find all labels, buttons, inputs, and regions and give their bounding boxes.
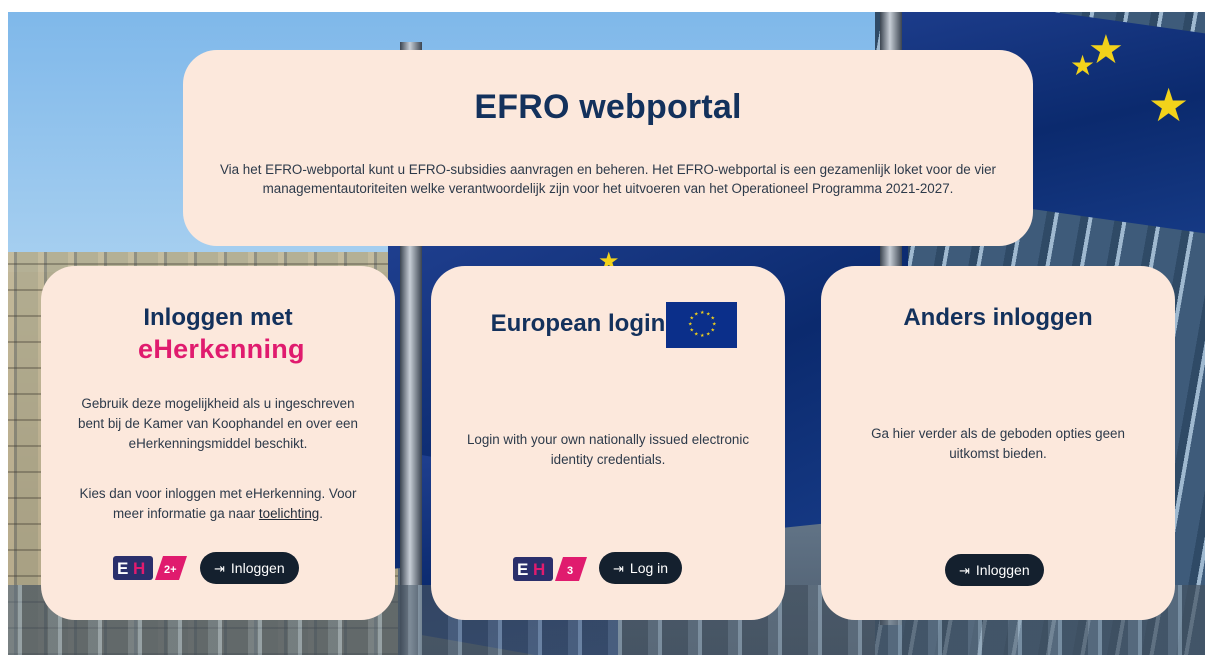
login-arrow-icon: ⇥ (214, 561, 225, 576)
european-login-card: European login ★ ★ ★ ★ ★ ★ ★ ★ ★ ★ ★ ★ Login wit… (431, 266, 785, 620)
eherkenning-badge-icon: E H 2+ (113, 556, 187, 580)
svg-text:H: H (133, 559, 145, 578)
svg-text:★: ★ (711, 328, 716, 334)
eherkenning-logo-text: eHerkenning (138, 334, 305, 364)
eherkenning-logo: eHerkenning (138, 334, 305, 365)
eu-flag-icon: ★ ★ ★ ★ ★ ★ ★ ★ ★ ★ ★ ★ (666, 302, 737, 348)
svg-text:★: ★ (700, 333, 705, 339)
eherkenning-badge-icon: E H 3 (513, 557, 587, 581)
login-arrow-icon: ⇥ (959, 563, 970, 578)
other-login-title: Anders inloggen (903, 304, 1093, 331)
intro-text: Via het EFRO-webportal kunt u EFRO-subsi… (219, 162, 997, 196)
other-login-label: Inloggen (975, 562, 1030, 578)
svg-text:★: ★ (690, 328, 695, 334)
other-login-card: Anders inloggen Ga hier verder als de ge… (821, 266, 1175, 620)
european-login-label: Log in (629, 560, 669, 576)
svg-text:★: ★ (700, 310, 705, 316)
svg-text:★: ★ (694, 332, 699, 338)
svg-text:H: H (533, 560, 545, 579)
eherkenning-card-title: Inloggen met (143, 304, 293, 331)
intro-card: EFRO webportal Via het EFRO-webportal ku… (183, 50, 1033, 246)
eherkenning-info-suffix: . (319, 506, 323, 521)
svg-text:★: ★ (694, 312, 699, 318)
eherkenning-badge-level: 2+ (164, 564, 177, 576)
login-arrow-icon: ⇥ (613, 561, 624, 576)
svg-text:★: ★ (688, 322, 693, 328)
eherkenning-login-button[interactable]: ⇥ Inloggen (200, 552, 299, 584)
european-login-description: Login with your own nationally issued el… (466, 432, 750, 467)
svg-text:E: E (517, 560, 528, 579)
svg-text:E: E (117, 559, 128, 578)
other-login-button[interactable]: ⇥ Inloggen (945, 554, 1044, 586)
svg-text:★: ★ (706, 332, 711, 338)
other-login-description: Ga hier verder als de geboden opties gee… (871, 426, 1125, 461)
european-login-button[interactable]: ⇥ Log in (599, 552, 683, 584)
eherkenning-login-label: Inloggen (230, 560, 285, 576)
eherkenning-info-text: Kies dan voor inloggen met eHerkenning. … (67, 484, 369, 524)
page-title: EFRO webportal (474, 88, 742, 126)
european-badge-level: 3 (567, 565, 573, 577)
toelichting-link[interactable]: toelichting (259, 506, 319, 521)
eherkenning-card: Inloggen met eHerkenning Gebruik deze mo… (41, 266, 395, 620)
eherkenning-description: Gebruik deze mogelijkheid als u ingeschr… (78, 396, 358, 451)
